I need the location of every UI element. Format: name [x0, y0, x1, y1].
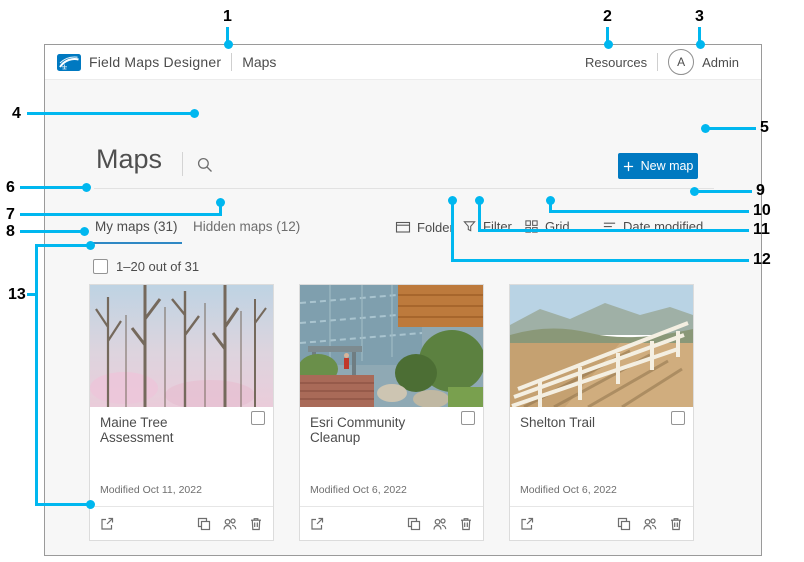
delete-icon[interactable] — [668, 516, 684, 532]
plus-icon — [623, 161, 634, 172]
screenshot-canvas: Field Maps Designer Maps Resources A Adm… — [0, 0, 804, 562]
card-checkbox[interactable] — [461, 411, 475, 425]
callout-13: 13 — [8, 286, 26, 304]
card-footer — [510, 506, 693, 540]
card-checkbox[interactable] — [251, 411, 265, 425]
new-map-label: New map — [641, 159, 694, 173]
selection-range-label: 1–20 out of 31 — [116, 259, 199, 274]
open-map-icon[interactable] — [519, 516, 535, 532]
callout-7-line — [20, 213, 222, 216]
new-map-button[interactable]: New map — [618, 153, 698, 179]
callout-10: 10 — [753, 202, 771, 220]
callout-10-line — [549, 210, 749, 213]
folder-button[interactable]: Folder — [395, 219, 454, 235]
tab-my-maps[interactable]: My maps (31) — [91, 219, 182, 244]
tab-hidden-maps[interactable]: Hidden maps (12) — [193, 219, 300, 234]
callout-5: 5 — [760, 119, 769, 137]
page-title: Maps — [96, 144, 162, 175]
header-divider-2 — [657, 53, 658, 71]
app-window: Field Maps Designer Maps Resources A Adm… — [44, 44, 762, 556]
card-thumbnail-building[interactable] — [300, 285, 483, 407]
callout-8-dot — [80, 227, 89, 236]
app-title: Field Maps Designer — [89, 54, 221, 70]
header-divider — [231, 53, 232, 71]
user-menu[interactable]: Admin — [702, 55, 739, 70]
callout-1-dot — [224, 40, 233, 49]
card-modified-label: Modified Oct 11, 2022 — [100, 484, 202, 496]
callout-4-dot — [190, 109, 199, 118]
card-thumbnail-trail[interactable] — [510, 285, 693, 407]
duplicate-icon[interactable] — [196, 516, 212, 532]
callout-6-line — [20, 186, 84, 189]
delete-icon[interactable] — [248, 516, 264, 532]
callout-12: 12 — [753, 251, 771, 269]
heading-divider — [182, 152, 183, 176]
share-group-icon[interactable] — [222, 516, 238, 532]
callout-12-line — [451, 259, 749, 262]
card-modified-label: Modified Oct 6, 2022 — [310, 484, 407, 496]
resources-link[interactable]: Resources — [585, 55, 647, 70]
header-right: Resources A Admin — [585, 49, 739, 75]
callout-12-line-v — [451, 203, 454, 262]
callout-2-dot — [604, 40, 613, 49]
card-checkbox[interactable] — [671, 411, 685, 425]
callout-8: 8 — [6, 223, 15, 241]
map-card: Shelton Trail Modified Oct 6, 2022 — [509, 284, 694, 541]
avatar[interactable]: A — [668, 49, 694, 75]
callout-13-line-v — [35, 244, 38, 506]
callout-1: 1 — [223, 8, 232, 26]
callout-6-dot — [82, 183, 91, 192]
open-map-icon[interactable] — [99, 516, 115, 532]
search-icon[interactable] — [196, 156, 214, 174]
esri-logo-icon — [57, 54, 81, 71]
card-modified-label: Modified Oct 6, 2022 — [520, 484, 617, 496]
callout-3: 3 — [695, 8, 704, 26]
callout-2: 2 — [603, 8, 612, 26]
callout-11-line — [478, 229, 749, 232]
callout-9: 9 — [756, 182, 765, 200]
card-title[interactable]: Esri Community Cleanup — [310, 415, 450, 445]
card-thumbnail-trees[interactable] — [90, 285, 273, 407]
callout-4-line — [27, 112, 193, 115]
select-all-checkbox[interactable] — [93, 259, 108, 274]
nav-maps[interactable]: Maps — [242, 54, 276, 70]
folder-icon — [395, 219, 411, 235]
card-footer — [90, 506, 273, 540]
card-footer — [300, 506, 483, 540]
callout-7: 7 — [6, 206, 15, 224]
callout-13-dot-bottom — [86, 500, 95, 509]
card-title[interactable]: Maine Tree Assessment — [100, 415, 240, 445]
share-group-icon[interactable] — [642, 516, 658, 532]
callout-9-line — [698, 190, 752, 193]
callout-8-line — [20, 230, 82, 233]
duplicate-icon[interactable] — [616, 516, 632, 532]
map-card: Maine Tree Assessment Modified Oct 11, 2… — [89, 284, 274, 541]
callout-13-line-bottom — [35, 503, 88, 506]
share-group-icon[interactable] — [432, 516, 448, 532]
delete-icon[interactable] — [458, 516, 474, 532]
selection-bar: 1–20 out of 31 — [93, 259, 199, 274]
callout-4: 4 — [12, 105, 21, 123]
callout-3-dot — [696, 40, 705, 49]
open-map-icon[interactable] — [309, 516, 325, 532]
app-header: Field Maps Designer Maps Resources A Adm… — [45, 45, 761, 80]
callout-11: 11 — [753, 221, 770, 239]
callout-5-line — [708, 127, 756, 130]
map-card: Esri Community Cleanup Modified Oct 6, 2… — [299, 284, 484, 541]
title-rule — [94, 188, 714, 189]
folder-label: Folder — [417, 220, 454, 235]
callout-11-line-v — [478, 203, 481, 232]
callout-6: 6 — [6, 179, 15, 197]
content-area: Maps New map My maps (31) Hidden maps (1… — [45, 80, 761, 555]
callout-13-line-top — [35, 244, 88, 247]
callout-13-dot-top — [86, 241, 95, 250]
filter-icon — [462, 219, 477, 234]
card-title[interactable]: Shelton Trail — [520, 415, 660, 430]
duplicate-icon[interactable] — [406, 516, 422, 532]
callout-7-dot — [216, 198, 225, 207]
